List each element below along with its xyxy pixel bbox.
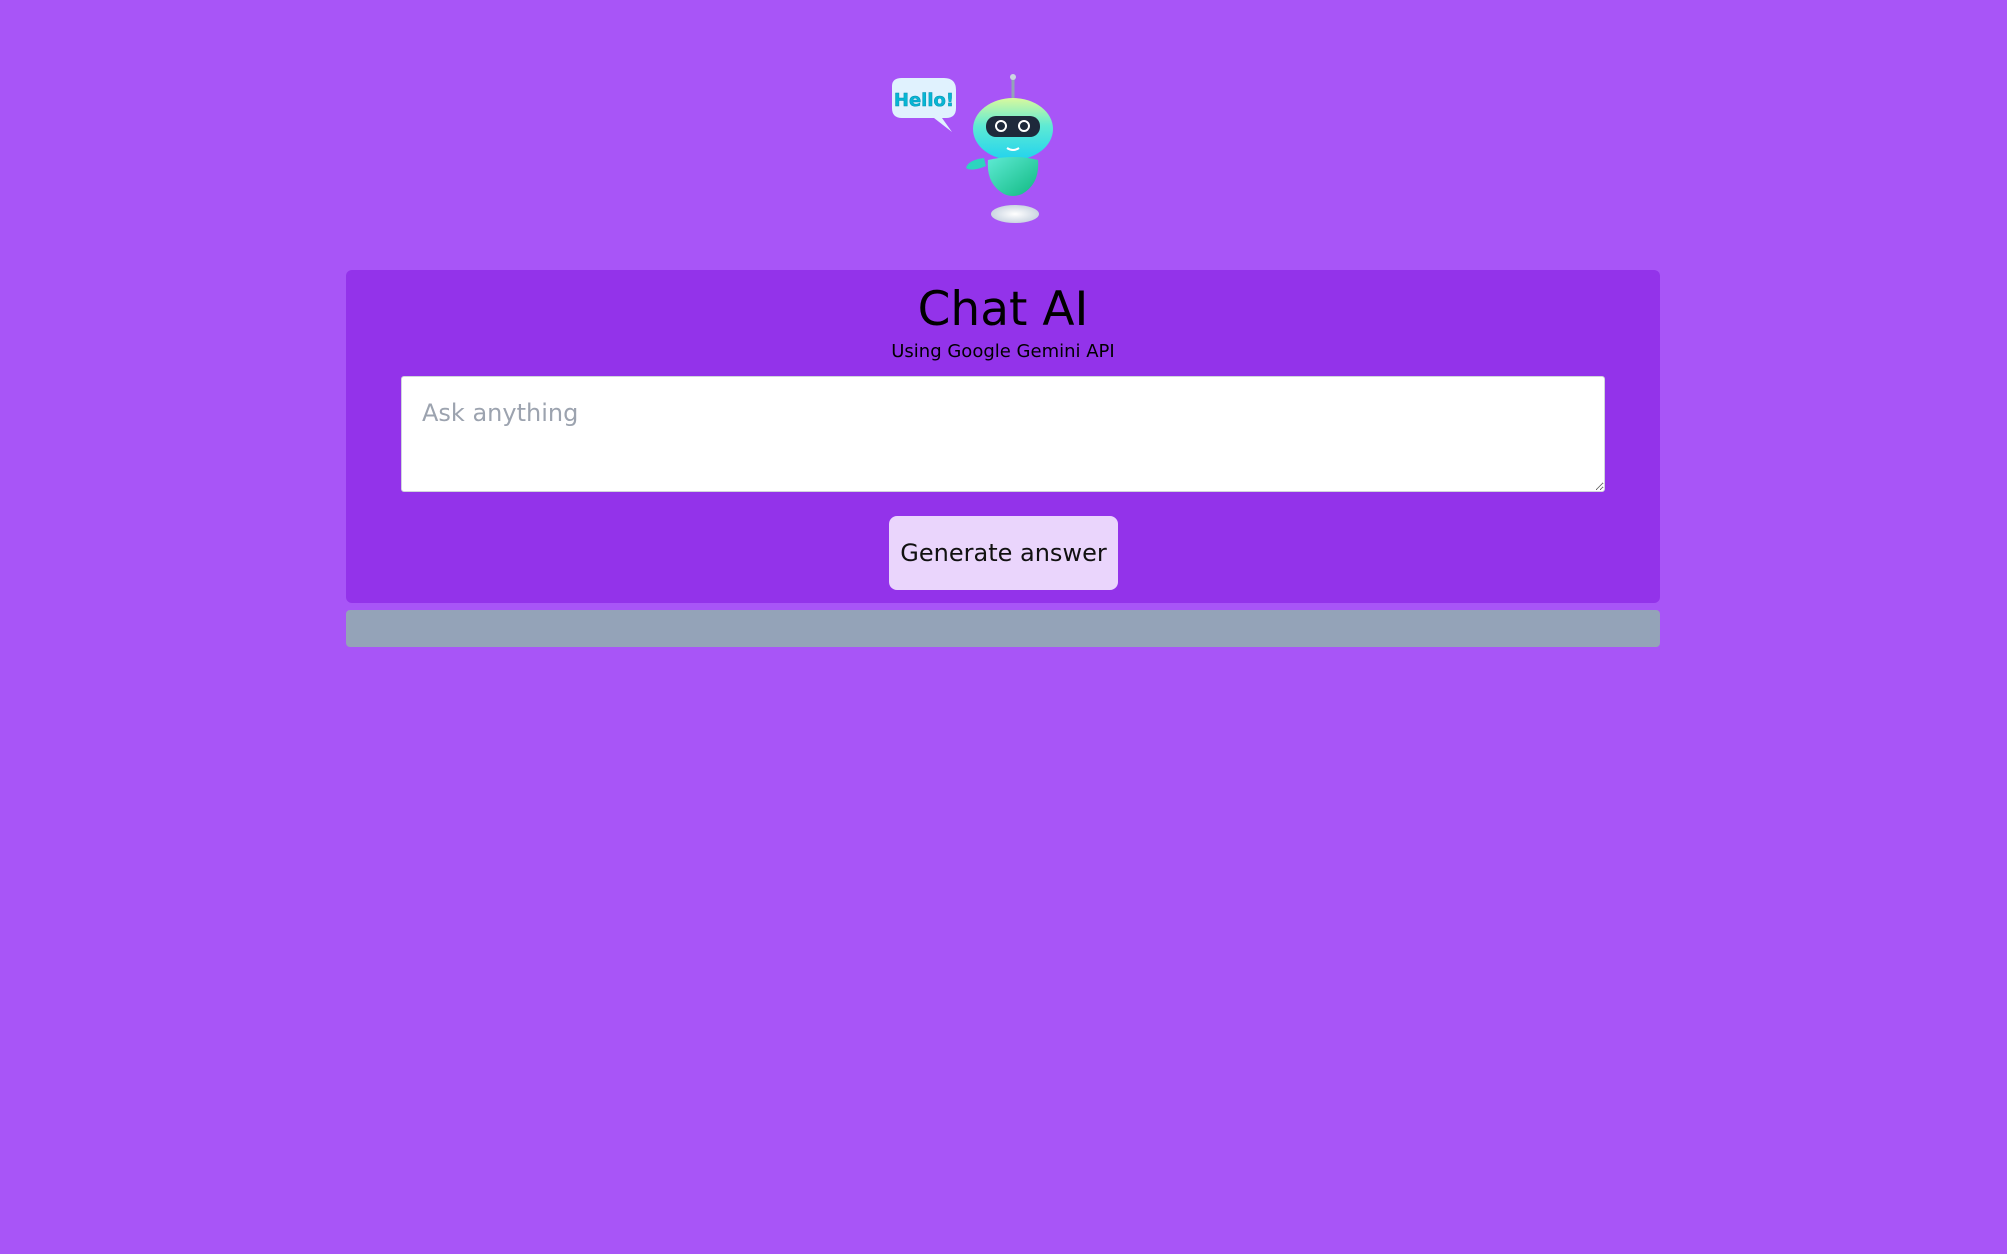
robot-visor — [986, 116, 1040, 137]
hello-robot-logo: Hello! — [882, 72, 1062, 232]
chat-ai-page: Hello! Chat AI Using Google Gemini API G… — [0, 0, 2007, 1254]
robot-base — [991, 205, 1039, 223]
page-subtitle: Using Google Gemini API — [891, 341, 1115, 362]
robot-arm — [966, 158, 986, 170]
page-title: Chat AI — [917, 282, 1089, 337]
robot-icon: Hello! — [892, 74, 1053, 223]
generate-answer-button[interactable]: Generate answer — [889, 516, 1118, 590]
robot-body — [987, 157, 1039, 196]
chat-card: Chat AI Using Google Gemini API Generate… — [346, 270, 1660, 603]
prompt-input[interactable] — [401, 376, 1605, 492]
answer-output — [346, 610, 1660, 647]
speech-bubble-text: Hello! — [894, 90, 954, 111]
